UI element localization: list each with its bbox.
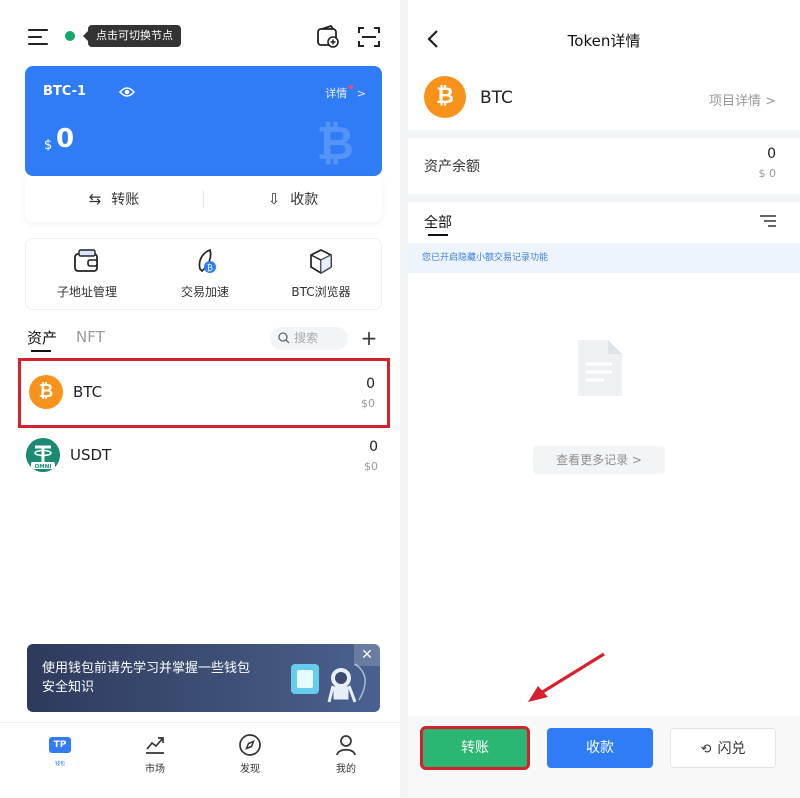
tool-btc-explorer[interactable]: BTC浏览器 xyxy=(262,247,380,300)
hidden-records-notice: 您已开启隐藏小额交易记录功能 xyxy=(408,243,800,273)
nav-discover[interactable]: 发现 xyxy=(220,733,280,775)
swap-icon: ⟲ xyxy=(700,742,712,757)
chart-icon xyxy=(146,737,164,754)
tp-wallet-icon: TP xyxy=(49,737,71,753)
active-tab-indicator xyxy=(31,350,51,352)
tab-nft[interactable]: NFT xyxy=(76,328,105,346)
asset-amount: 0 xyxy=(369,439,378,455)
wallet-balance: 0 xyxy=(56,124,75,154)
swap-button[interactable]: ⟲ 闪兑 xyxy=(670,728,776,768)
search-input[interactable]: 搜索 xyxy=(270,327,348,350)
currency-symbol: $ xyxy=(44,138,53,153)
balance-amount: 0 xyxy=(767,146,776,162)
action-bar: 转账 收款 ⟲ 闪兑 xyxy=(408,716,800,798)
usdt-coin-icon: OMNI xyxy=(26,438,60,472)
node-status-dot[interactable] xyxy=(65,31,75,41)
nav-wallet-label: 钱包 xyxy=(54,761,65,767)
asset-row-usdt[interactable]: OMNI USDT 0 $0 xyxy=(18,424,390,494)
panel-divider xyxy=(400,0,408,798)
wallet-name: BTC-1 xyxy=(43,84,87,99)
add-wallet-icon[interactable] xyxy=(315,24,341,50)
empty-document-icon xyxy=(578,340,622,396)
compass-icon xyxy=(239,734,261,756)
tool-label: 子地址管理 xyxy=(56,285,117,299)
receive-icon: ⇩ xyxy=(267,190,281,208)
wallet-detail-label: 详情 xyxy=(325,87,348,100)
balance-usd: $ 0 xyxy=(758,167,777,180)
nav-market-label: 市场 xyxy=(145,764,165,775)
chevron-right-icon: > xyxy=(356,87,366,100)
svg-text:₿: ₿ xyxy=(207,264,213,273)
wallet-card-icon xyxy=(74,249,98,272)
tool-label: BTC浏览器 xyxy=(291,285,351,299)
transfer-label: 转账 xyxy=(111,192,140,208)
node-switch-tooltip: 点击可切换节点 xyxy=(83,25,181,47)
btc-coin-icon: ₿ xyxy=(424,76,466,118)
tab-assets[interactable]: 资产 xyxy=(27,327,57,348)
transfer-icon: ⇆ xyxy=(88,190,102,208)
nav-market[interactable]: 市场 xyxy=(125,733,185,775)
project-detail-link[interactable]: 项目详情 > xyxy=(709,90,776,109)
transfer-button[interactable]: ⇆ 转账 xyxy=(25,176,203,222)
filter-icon[interactable] xyxy=(760,215,776,227)
banner-text: 使用钱包前请先学习并掌握一些钱包安全知识 xyxy=(42,661,251,695)
notification-dot xyxy=(349,85,354,89)
asset-symbol: BTC xyxy=(73,383,103,401)
add-token-button[interactable]: + xyxy=(357,326,381,350)
tools-grid: 子地址管理 ₿ 交易加速 BTC浏览器 xyxy=(25,238,382,310)
annotation-arrow-icon xyxy=(528,652,605,702)
close-icon[interactable]: ✕ xyxy=(354,644,380,666)
wallet-detail-link[interactable]: 详情 > xyxy=(325,85,366,101)
menu-icon[interactable] xyxy=(28,29,48,45)
view-more-records-button[interactable]: 查看更多记录 > xyxy=(533,446,665,474)
nav-me-label: 我的 xyxy=(336,764,356,775)
btc-coin-icon: ₿ xyxy=(29,375,63,409)
nav-me[interactable]: 我的 xyxy=(316,733,376,775)
wallet-home-screen: 点击可切换节点 BTC-1 详情 > $ 0 ₿ ⇆ 转账 ⇩ 收款 子地址管理… xyxy=(0,0,400,798)
tool-tx-accelerate[interactable]: ₿ 交易加速 xyxy=(146,247,264,300)
asset-amount: 0 xyxy=(366,376,375,392)
nav-discover-label: 发现 xyxy=(240,764,260,775)
search-placeholder: 搜索 xyxy=(294,331,319,345)
swap-label: 闪兑 xyxy=(717,741,746,757)
wallet-actions: ⇆ 转账 ⇩ 收款 xyxy=(25,176,382,222)
active-tab-indicator xyxy=(428,234,448,236)
security-tips-banner[interactable]: 使用钱包前请先学习并掌握一些钱包安全知识 ✕ xyxy=(27,644,380,712)
user-icon xyxy=(336,735,356,756)
cube-icon xyxy=(310,249,332,274)
receive-label: 收款 xyxy=(290,192,319,208)
asset-row-btc[interactable]: ₿ BTC 0 $0 xyxy=(18,358,390,428)
nav-wallet[interactable]: TP 钱包 xyxy=(30,733,90,768)
receive-button[interactable]: ⇩ 收款 xyxy=(204,176,382,222)
receive-button[interactable]: 收款 xyxy=(547,728,653,768)
eye-icon[interactable] xyxy=(119,86,135,98)
tool-sub-address[interactable]: 子地址管理 xyxy=(28,247,146,300)
tool-label: 交易加速 xyxy=(180,285,229,299)
section-gap xyxy=(408,194,800,202)
token-header: ₿ BTC 项目详情 > xyxy=(408,68,800,130)
bottom-navigation: TP 钱包 市场 发现 我的 xyxy=(0,722,400,798)
search-icon xyxy=(278,332,290,344)
wallet-card[interactable]: BTC-1 详情 > $ 0 ₿ xyxy=(25,66,382,176)
send-button[interactable]: 转账 xyxy=(420,726,530,770)
section-gap xyxy=(408,130,800,138)
scan-icon[interactable] xyxy=(356,24,382,50)
page-title: Token详情 xyxy=(567,32,641,50)
tab-all[interactable]: 全部 xyxy=(424,212,452,232)
rocket-icon: ₿ xyxy=(198,248,216,273)
balance-label: 资产余额 xyxy=(424,159,480,175)
asset-symbol: USDT xyxy=(70,446,112,464)
asset-value: $0 xyxy=(364,460,378,473)
bitcoin-watermark-icon: ₿ xyxy=(316,116,355,170)
omni-badge: OMNI xyxy=(35,464,52,470)
asset-value: $0 xyxy=(361,397,375,410)
token-symbol: BTC xyxy=(480,88,513,108)
